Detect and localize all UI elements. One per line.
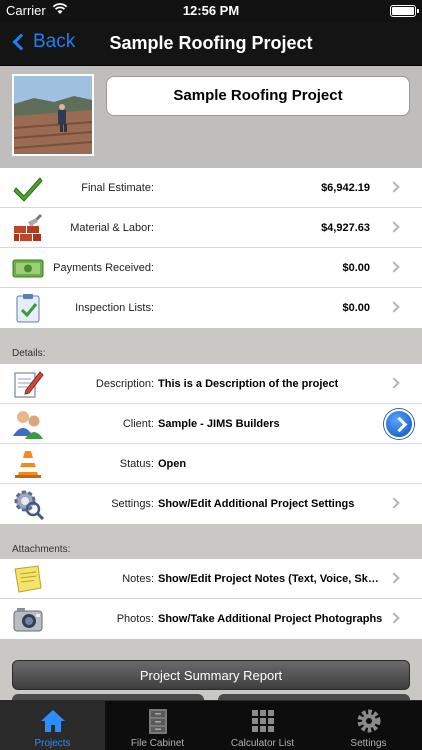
- chevron-right-icon: [388, 572, 400, 584]
- attachments-section-label: Attachments:: [12, 544, 71, 555]
- camera-icon: [12, 603, 44, 635]
- row-label: Description:: [95, 378, 154, 390]
- back-label: Back: [33, 31, 76, 52]
- tab-calculator-list[interactable]: Calculator List: [210, 701, 315, 750]
- chevron-right-icon: [388, 377, 400, 389]
- project-header: Sample Roofing Project: [0, 66, 422, 168]
- project-summary-report-button[interactable]: Project Summary Report: [12, 660, 410, 690]
- home-icon: [39, 707, 67, 735]
- chevron-left-icon: [12, 33, 30, 51]
- chevron-right-icon: [388, 261, 400, 273]
- notes-row[interactable]: Notes: Show/Edit Project Notes (Text, Vo…: [0, 559, 422, 599]
- sticky-note-icon: [12, 563, 44, 595]
- row-label: Final Estimate:: [81, 182, 154, 194]
- material-labor-row[interactable]: Material & Labor: $4,927.63: [0, 208, 422, 248]
- traffic-cone-icon: [12, 448, 44, 480]
- row-label: Notes:: [122, 573, 154, 585]
- details-list: Description: This is a Description of th…: [0, 364, 422, 524]
- clipboard-icon: [12, 292, 44, 324]
- row-value: $0.00: [342, 302, 370, 314]
- gear-icon: [355, 707, 383, 735]
- pencil-paper-icon: [12, 368, 44, 400]
- chevron-right-icon: [388, 181, 400, 193]
- row-label: Material & Labor:: [70, 222, 154, 234]
- financials-list: Final Estimate: $6,942.19 Material & Lab…: [0, 168, 422, 328]
- people-icon: [12, 408, 44, 440]
- chevron-right-icon: [388, 301, 400, 313]
- chevron-right-icon: [388, 497, 400, 509]
- project-name-field[interactable]: Sample Roofing Project: [106, 76, 410, 116]
- gear-magnifier-icon: [12, 488, 45, 521]
- file-cabinet-icon: [144, 707, 172, 735]
- tab-label: Settings: [350, 738, 387, 749]
- row-label: Settings:: [111, 498, 154, 510]
- tab-bar: Projects File Cabinet Calculator List Se…: [0, 700, 422, 750]
- row-value: $6,942.19: [321, 182, 370, 194]
- settings-row[interactable]: Settings: Show/Edit Additional Project S…: [0, 484, 422, 524]
- row-label: Inspection Lists:: [75, 302, 154, 314]
- inspection-lists-row[interactable]: Inspection Lists: $0.00: [0, 288, 422, 328]
- navigation-bar: Back Sample Roofing Project: [0, 22, 422, 66]
- row-value: Show/Take Additional Project Photographs: [158, 613, 383, 625]
- row-label: Client:: [122, 418, 154, 430]
- details-section-label: Details:: [12, 348, 46, 359]
- clock: 12:56 PM: [182, 3, 240, 18]
- status-row[interactable]: Status: Open: [0, 444, 422, 484]
- final-estimate-row[interactable]: Final Estimate: $6,942.19: [0, 168, 422, 208]
- status-bar: Carrier 12:56 PM: [0, 0, 422, 22]
- chevron-right-icon: [388, 221, 400, 233]
- tab-label: Calculator List: [230, 738, 295, 749]
- row-value: $0.00: [342, 262, 370, 274]
- photos-row[interactable]: Photos: Show/Take Additional Project Pho…: [0, 599, 422, 639]
- battery-icon: [390, 5, 419, 17]
- row-value: Sample - JIMS Builders: [158, 418, 280, 430]
- tab-projects[interactable]: Projects: [0, 701, 105, 750]
- tab-label: File Cabinet: [130, 738, 185, 749]
- row-label: Payments Received:: [53, 262, 154, 274]
- chevron-right-icon: [388, 612, 400, 624]
- row-value: $4,927.63: [321, 222, 370, 234]
- project-photo[interactable]: [12, 74, 94, 156]
- tab-label: Projects: [34, 738, 71, 749]
- cash-icon: [12, 252, 44, 284]
- row-label: Photos:: [116, 613, 154, 625]
- checkmark-icon: [12, 172, 44, 204]
- row-value: Show/Edit Additional Project Settings: [158, 498, 355, 510]
- tab-file-cabinet[interactable]: File Cabinet: [105, 701, 210, 750]
- row-value: This is a Description of the project: [158, 378, 339, 390]
- detail-disclosure-button[interactable]: [384, 409, 414, 439]
- attachments-list: Notes: Show/Edit Project Notes (Text, Vo…: [0, 559, 422, 639]
- bricks-trowel-icon: [12, 212, 44, 244]
- row-value: Open: [158, 458, 187, 470]
- description-row[interactable]: Description: This is a Description of th…: [0, 364, 422, 404]
- grid-icon: [249, 707, 277, 735]
- tab-settings[interactable]: Settings: [315, 701, 422, 750]
- payments-received-row[interactable]: Payments Received: $0.00: [0, 248, 422, 288]
- client-row[interactable]: Client: Sample - JIMS Builders: [0, 404, 422, 444]
- row-value: Show/Edit Project Notes (Text, Voice, Sk…: [158, 573, 384, 585]
- row-label: Status:: [119, 458, 154, 470]
- back-button[interactable]: Back: [10, 31, 75, 53]
